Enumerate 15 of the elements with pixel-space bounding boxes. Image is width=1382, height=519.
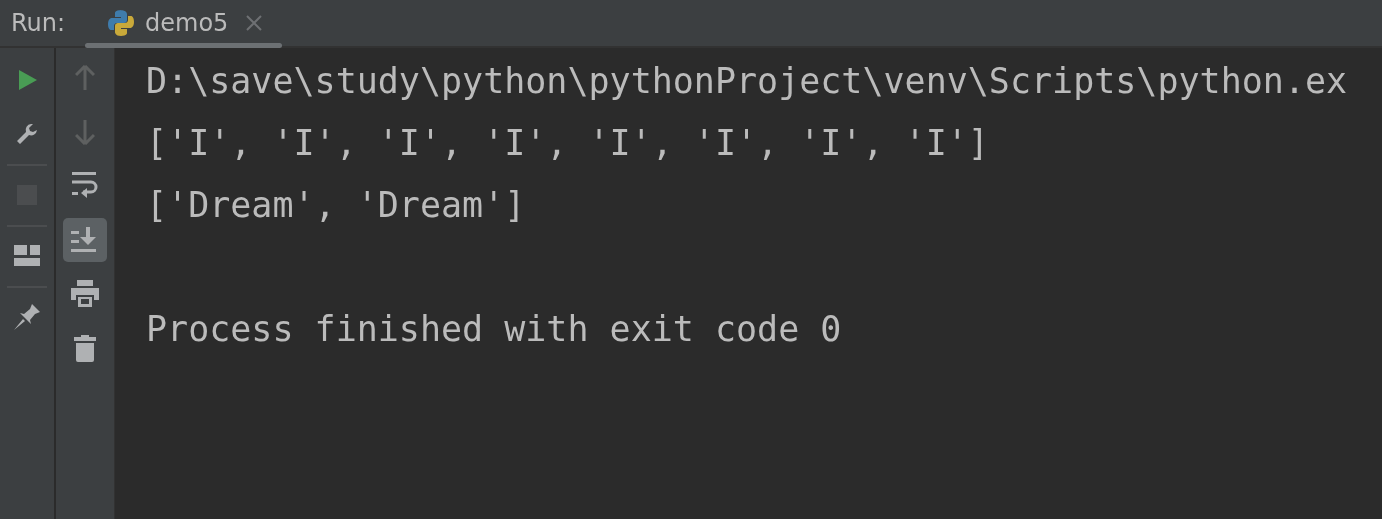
console-line: D:\save\study\python\pythonProject\venv\Scripts\python.ex (146, 60, 1349, 103)
console-line: ['Dream', 'Dream'] (146, 184, 527, 227)
print-icon[interactable] (71, 280, 99, 308)
scroll-to-end-icon[interactable] (71, 227, 99, 253)
pin-icon[interactable] (13, 303, 41, 331)
layout-icon[interactable] (14, 245, 40, 267)
run-label: Run: (10, 9, 67, 37)
soft-wrap-icon[interactable] (72, 172, 98, 200)
toggle-button[interactable] (63, 218, 107, 262)
run-tab[interactable]: demo5 (85, 0, 283, 46)
process-status-line: Process finished with exit code 0 (146, 308, 843, 351)
wrench-icon[interactable] (15, 122, 39, 146)
console-line: ['I', 'I', 'I', 'I', 'I', 'I', 'I', 'I'] (146, 122, 990, 165)
python-icon (107, 9, 135, 37)
trash-icon[interactable] (74, 334, 96, 362)
